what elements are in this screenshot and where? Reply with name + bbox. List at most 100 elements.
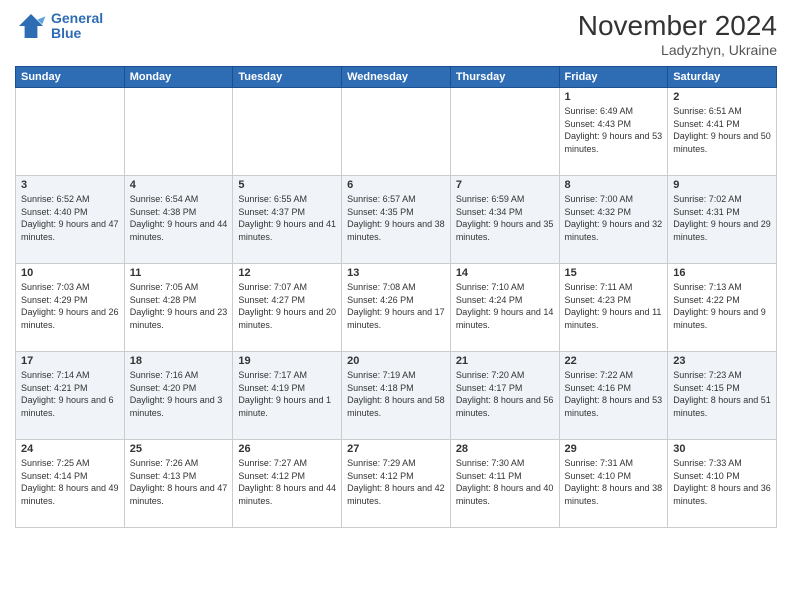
- calendar: SundayMondayTuesdayWednesdayThursdayFrid…: [15, 66, 777, 528]
- day-cell: 22 Sunrise: 7:22 AM Sunset: 4:16 PM Dayli…: [559, 352, 668, 440]
- col-header-monday: Monday: [124, 67, 233, 88]
- logo-text: General Blue: [51, 11, 103, 42]
- day-info: Sunrise: 7:03 AM Sunset: 4:29 PM Dayligh…: [21, 281, 119, 331]
- day-cell: 13 Sunrise: 7:08 AM Sunset: 4:26 PM Dayli…: [342, 264, 451, 352]
- day-cell: 2 Sunrise: 6:51 AM Sunset: 4:41 PM Daylig…: [668, 88, 777, 176]
- day-cell: 14 Sunrise: 7:10 AM Sunset: 4:24 PM Dayli…: [450, 264, 559, 352]
- day-cell: 15Sunrise: 7:11 AM Sunset: 4:23 PM Dayli…: [559, 264, 668, 352]
- week-row-2: 3 Sunrise: 6:52 AM Sunset: 4:40 PM Daylig…: [16, 176, 777, 264]
- col-header-saturday: Saturday: [668, 67, 777, 88]
- logo-line2: Blue: [51, 25, 81, 41]
- day-info: Sunrise: 7:23 AM Sunset: 4:15 PM Dayligh…: [673, 369, 771, 419]
- day-number: 16: [673, 267, 771, 279]
- day-number: 9: [673, 179, 771, 191]
- day-info: Sunrise: 7:27 AM Sunset: 4:12 PM Dayligh…: [238, 457, 336, 507]
- col-header-wednesday: Wednesday: [342, 67, 451, 88]
- logo: General Blue: [15, 10, 103, 42]
- day-number: 6: [347, 179, 445, 191]
- day-info: Sunrise: 7:22 AM Sunset: 4:16 PM Dayligh…: [565, 369, 663, 419]
- day-info: Sunrise: 7:08 AM Sunset: 4:26 PM Dayligh…: [347, 281, 445, 331]
- day-info: Sunrise: 7:16 AM Sunset: 4:20 PM Dayligh…: [130, 369, 228, 419]
- day-info: Sunrise: 7:00 AM Sunset: 4:32 PM Dayligh…: [565, 193, 663, 243]
- day-cell: 10 Sunrise: 7:03 AM Sunset: 4:29 PM Dayli…: [16, 264, 125, 352]
- day-info: Sunrise: 6:55 AM Sunset: 4:37 PM Dayligh…: [238, 193, 336, 243]
- day-info: Sunrise: 7:26 AM Sunset: 4:13 PM Dayligh…: [130, 457, 228, 507]
- day-number: 17: [21, 355, 119, 367]
- day-number: 11: [130, 267, 228, 279]
- day-info: Sunrise: 7:14 AM Sunset: 4:21 PM Dayligh…: [21, 369, 119, 419]
- day-info: Sunrise: 6:59 AM Sunset: 4:34 PM Dayligh…: [456, 193, 554, 243]
- day-info: Sunrise: 7:02 AM Sunset: 4:31 PM Dayligh…: [673, 193, 771, 243]
- week-row-3: 10 Sunrise: 7:03 AM Sunset: 4:29 PM Dayli…: [16, 264, 777, 352]
- day-number: 20: [347, 355, 445, 367]
- day-info: Sunrise: 7:13 AM Sunset: 4:22 PM Dayligh…: [673, 281, 771, 331]
- col-header-tuesday: Tuesday: [233, 67, 342, 88]
- day-cell: 21 Sunrise: 7:20 AM Sunset: 4:17 PM Dayli…: [450, 352, 559, 440]
- day-cell: 25 Sunrise: 7:26 AM Sunset: 4:13 PM Dayli…: [124, 440, 233, 528]
- day-cell: 27 Sunrise: 7:29 AM Sunset: 4:12 PM Dayli…: [342, 440, 451, 528]
- page: General Blue November 2024 Ladyzhyn, Ukr…: [0, 0, 792, 612]
- day-cell: 8Sunrise: 7:00 AM Sunset: 4:32 PM Daylig…: [559, 176, 668, 264]
- day-cell: [233, 88, 342, 176]
- day-cell: [16, 88, 125, 176]
- day-cell: 23 Sunrise: 7:23 AM Sunset: 4:15 PM Dayli…: [668, 352, 777, 440]
- day-info: Sunrise: 7:05 AM Sunset: 4:28 PM Dayligh…: [130, 281, 228, 331]
- day-number: 18: [130, 355, 228, 367]
- day-cell: 20Sunrise: 7:19 AM Sunset: 4:18 PM Dayli…: [342, 352, 451, 440]
- day-number: 28: [456, 443, 554, 455]
- day-info: Sunrise: 7:29 AM Sunset: 4:12 PM Dayligh…: [347, 457, 445, 507]
- day-number: 1: [565, 91, 663, 103]
- day-cell: [342, 88, 451, 176]
- day-cell: 4 Sunrise: 6:54 AM Sunset: 4:38 PM Daylig…: [124, 176, 233, 264]
- day-number: 21: [456, 355, 554, 367]
- location: Ladyzhyn, Ukraine: [578, 42, 777, 58]
- day-cell: 18 Sunrise: 7:16 AM Sunset: 4:20 PM Dayli…: [124, 352, 233, 440]
- day-cell: 7 Sunrise: 6:59 AM Sunset: 4:34 PM Daylig…: [450, 176, 559, 264]
- day-info: Sunrise: 6:54 AM Sunset: 4:38 PM Dayligh…: [130, 193, 228, 243]
- day-number: 19: [238, 355, 336, 367]
- day-cell: 26 Sunrise: 7:27 AM Sunset: 4:12 PM Dayli…: [233, 440, 342, 528]
- col-header-thursday: Thursday: [450, 67, 559, 88]
- day-number: 2: [673, 91, 771, 103]
- day-cell: 5 Sunrise: 6:55 AM Sunset: 4:37 PM Daylig…: [233, 176, 342, 264]
- day-info: Sunrise: 7:25 AM Sunset: 4:14 PM Dayligh…: [21, 457, 119, 507]
- day-cell: 9 Sunrise: 7:02 AM Sunset: 4:31 PM Daylig…: [668, 176, 777, 264]
- day-info: Sunrise: 6:51 AM Sunset: 4:41 PM Dayligh…: [673, 105, 771, 155]
- day-info: Sunrise: 7:20 AM Sunset: 4:17 PM Dayligh…: [456, 369, 554, 419]
- day-cell: 11 Sunrise: 7:05 AM Sunset: 4:28 PM Dayli…: [124, 264, 233, 352]
- day-number: 23: [673, 355, 771, 367]
- day-info: Sunrise: 7:11 AM Sunset: 4:23 PM Dayligh…: [565, 281, 663, 331]
- day-number: 4: [130, 179, 228, 191]
- day-number: 14: [456, 267, 554, 279]
- day-info: Sunrise: 6:57 AM Sunset: 4:35 PM Dayligh…: [347, 193, 445, 243]
- day-cell: 6 Sunrise: 6:57 AM Sunset: 4:35 PM Daylig…: [342, 176, 451, 264]
- day-number: 26: [238, 443, 336, 455]
- week-row-5: 24 Sunrise: 7:25 AM Sunset: 4:14 PM Dayli…: [16, 440, 777, 528]
- day-number: 30: [673, 443, 771, 455]
- day-cell: 1 Sunrise: 6:49 AM Sunset: 4:43 PM Daylig…: [559, 88, 668, 176]
- day-cell: 19 Sunrise: 7:17 AM Sunset: 4:19 PM Dayli…: [233, 352, 342, 440]
- day-cell: 29Sunrise: 7:31 AM Sunset: 4:10 PM Dayli…: [559, 440, 668, 528]
- day-number: 5: [238, 179, 336, 191]
- day-number: 7: [456, 179, 554, 191]
- day-info: Sunrise: 6:52 AM Sunset: 4:40 PM Dayligh…: [21, 193, 119, 243]
- day-cell: 16 Sunrise: 7:13 AM Sunset: 4:22 PM Dayli…: [668, 264, 777, 352]
- col-header-sunday: Sunday: [16, 67, 125, 88]
- day-number: 13: [347, 267, 445, 279]
- week-row-4: 17 Sunrise: 7:14 AM Sunset: 4:21 PM Dayli…: [16, 352, 777, 440]
- day-number: 3: [21, 179, 119, 191]
- logo-line1: General: [51, 10, 103, 26]
- day-info: Sunrise: 7:10 AM Sunset: 4:24 PM Dayligh…: [456, 281, 554, 331]
- day-number: 10: [21, 267, 119, 279]
- day-number: 29: [565, 443, 663, 455]
- day-info: Sunrise: 7:17 AM Sunset: 4:19 PM Dayligh…: [238, 369, 336, 419]
- title-block: November 2024 Ladyzhyn, Ukraine: [578, 10, 777, 58]
- logo-icon: [15, 10, 47, 42]
- day-number: 25: [130, 443, 228, 455]
- day-number: 22: [565, 355, 663, 367]
- day-cell: 24 Sunrise: 7:25 AM Sunset: 4:14 PM Dayli…: [16, 440, 125, 528]
- header: General Blue November 2024 Ladyzhyn, Ukr…: [15, 10, 777, 58]
- day-number: 24: [21, 443, 119, 455]
- day-number: 27: [347, 443, 445, 455]
- day-info: Sunrise: 6:49 AM Sunset: 4:43 PM Dayligh…: [565, 105, 663, 155]
